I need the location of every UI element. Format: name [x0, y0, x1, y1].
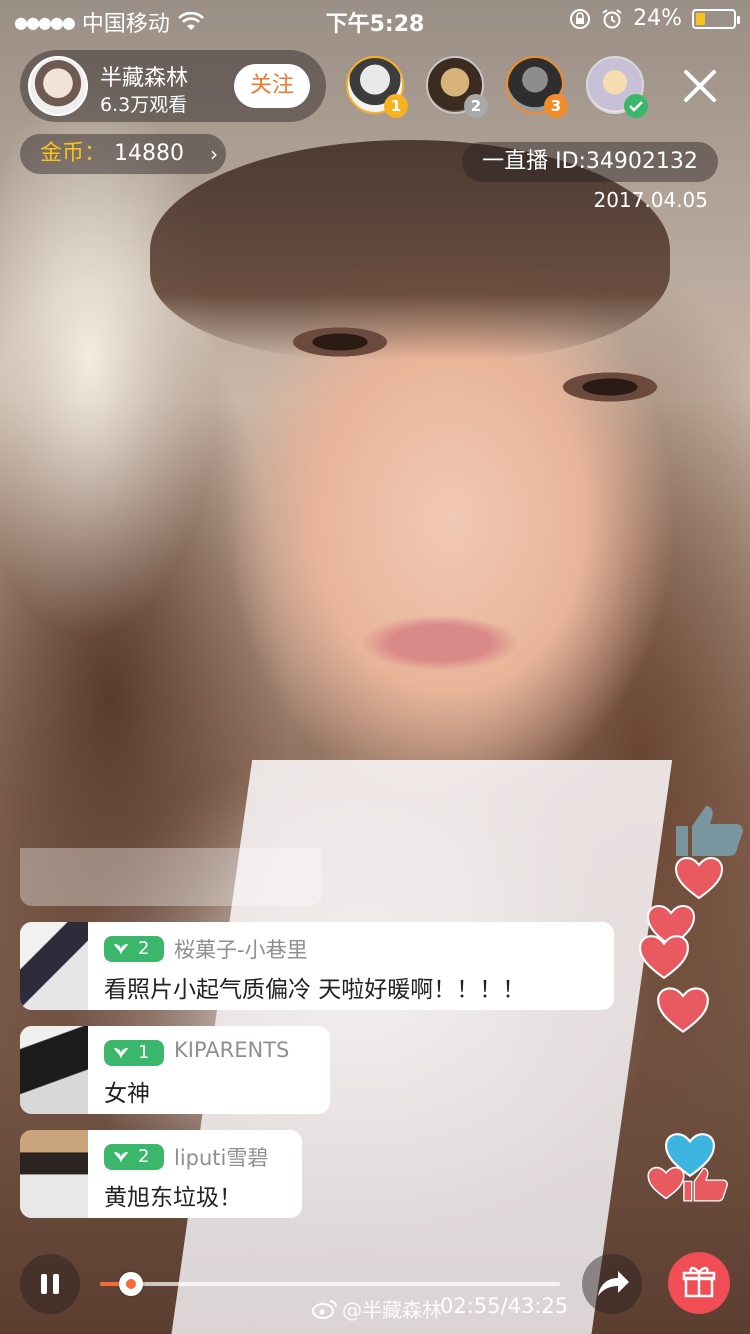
top-viewer-avatar[interactable]: 2 [426, 56, 488, 118]
viewer-rank-badge: 3 [544, 94, 568, 118]
pause-button[interactable] [20, 1254, 80, 1314]
top-viewer-avatar[interactable]: 3 [506, 56, 568, 118]
weibo-icon [312, 1299, 337, 1319]
heart-icon [674, 856, 724, 900]
progress-bar[interactable] [100, 1272, 560, 1296]
chat-message: 2 桜菓子-小巷里 看照片小起气质偏冷 天啦好暖啊！！！！ [20, 922, 614, 1010]
heart-icon [639, 935, 689, 980]
leaf-icon [114, 1048, 128, 1060]
coins-balance[interactable]: 金币： 14880 › [20, 134, 226, 174]
user-level: 2 [138, 1146, 150, 1167]
chat-username[interactable]: 桜菓子-小巷里 [174, 934, 308, 964]
top-viewer-avatar[interactable]: 1 [346, 56, 408, 118]
pause-icon [53, 1274, 59, 1294]
host-avatar[interactable] [28, 56, 88, 116]
viewer-rank-badge: 2 [464, 94, 488, 118]
live-room-id: 一直播 ID:34902132 [462, 142, 718, 182]
user-level-badge: 2 [104, 1144, 164, 1170]
host-info[interactable]: 半藏森林 6.3万观看 关注 [20, 50, 326, 122]
verified-badge [624, 94, 648, 118]
thumbs-up-icon [683, 1167, 728, 1202]
thumbs-up-icon [676, 806, 743, 856]
share-icon [598, 1271, 629, 1296]
viewer-rank-badge: 1 [384, 94, 408, 118]
host-name: 半藏森林 [100, 66, 189, 91]
weibo-watermark: @半藏森林 [312, 1294, 442, 1323]
lock-rotation-icon [570, 8, 591, 29]
watermark-text: @半藏森林 [342, 1298, 442, 1322]
battery-icon [692, 8, 740, 29]
live-stream-screen: ●●●●● 中国移动 下午5:28 24% 半藏森林 6.3万观看 关注 1 2… [0, 0, 750, 1334]
chat-text: 女神 [104, 1081, 150, 1107]
streamer-eye-right [555, 370, 665, 404]
follow-button[interactable]: 关注 [234, 64, 310, 108]
floating-reactions [630, 790, 750, 1220]
host-view-count: 6.3万观看 [100, 94, 188, 116]
stream-date: 2017.04.05 [593, 188, 708, 212]
chat-message: 2 liputi雪碧 黄旭东垃圾！ [20, 1130, 302, 1218]
chat-message-partial [20, 848, 322, 906]
gift-icon [682, 1266, 716, 1298]
battery-level [696, 12, 705, 25]
pause-icon [41, 1274, 47, 1294]
chat-text: 黄旭东垃圾！ [104, 1185, 242, 1211]
chat-text: 看照片小起气质偏冷 天啦好暖啊！！！！ [104, 977, 526, 1003]
chat-username[interactable]: KIPARENTS [174, 1038, 289, 1062]
streamer-lips [360, 615, 520, 671]
top-viewer-avatar[interactable] [586, 56, 648, 118]
user-level: 2 [138, 938, 150, 959]
coins-value: 14880 [114, 141, 184, 166]
user-level: 1 [138, 1042, 150, 1063]
user-level-badge: 2 [104, 936, 164, 962]
gift-button[interactable] [668, 1252, 730, 1314]
check-icon [629, 101, 643, 112]
coins-label: 金币： [40, 141, 107, 166]
heart-icon [657, 987, 709, 1033]
playback-time: 02:55/43:25 [440, 1294, 569, 1318]
chat-username[interactable]: liputi雪碧 [174, 1142, 268, 1172]
alarm-icon [602, 8, 622, 28]
progress-handle[interactable] [119, 1272, 143, 1296]
status-bar: ●●●●● 中国移动 下午5:28 24% [0, 0, 750, 40]
user-level-badge: 1 [104, 1040, 164, 1066]
streamer-eye-left [285, 325, 395, 359]
chat-user-avatar[interactable] [20, 1026, 88, 1114]
share-button[interactable] [582, 1254, 642, 1314]
battery-percent: 24% [633, 6, 682, 31]
leaf-icon [114, 1152, 128, 1164]
chat-user-avatar[interactable] [20, 1130, 88, 1218]
chat-user-avatar[interactable] [20, 922, 88, 1010]
chat-message: 1 KIPARENTS 女神 [20, 1026, 330, 1114]
playback-controls: @半藏森林 02:55/43:25 [0, 1250, 750, 1334]
chevron-right-icon: › [210, 142, 218, 166]
leaf-icon [114, 944, 128, 956]
close-icon[interactable] [680, 66, 720, 106]
